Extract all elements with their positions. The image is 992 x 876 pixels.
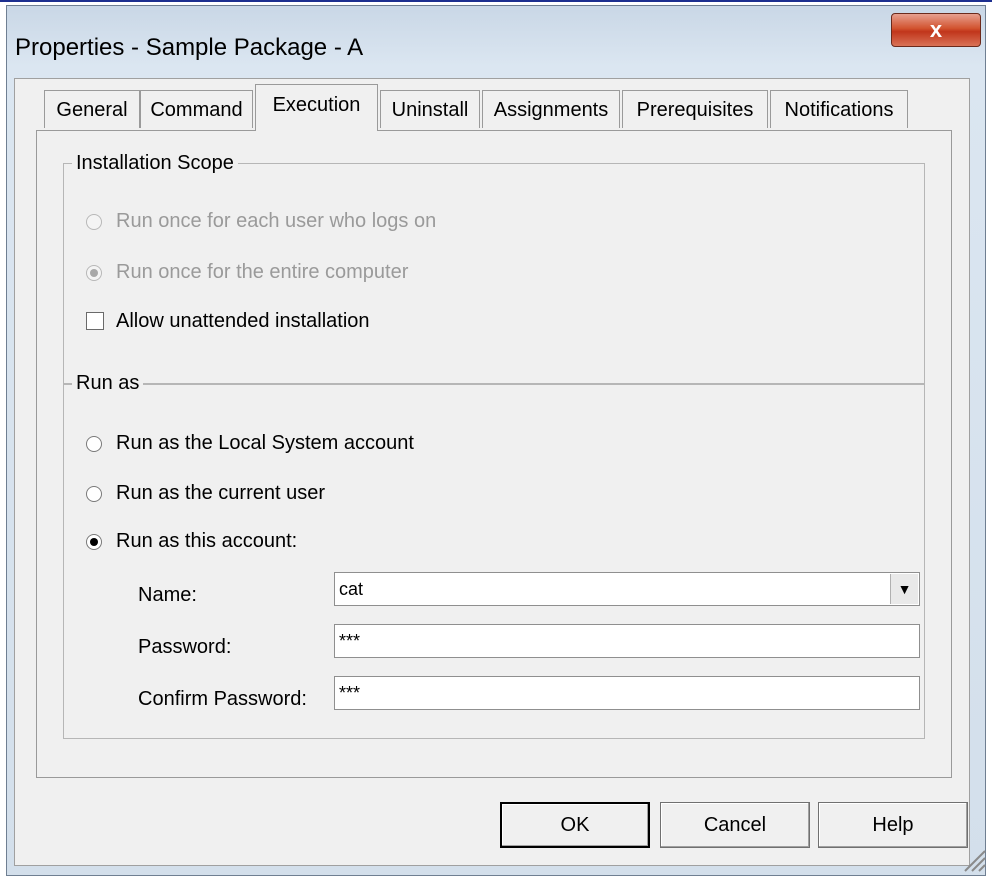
run-as-local-system-radio[interactable] [86, 436, 102, 452]
tab-label: Command [150, 99, 243, 121]
allow-unattended-label: Allow unattended installation [116, 310, 370, 332]
tab-label: Notifications [784, 99, 894, 121]
tab-label: Prerequisites [636, 99, 754, 121]
password-label: Password: [138, 636, 232, 658]
name-combobox[interactable]: cat ▼ [334, 572, 920, 606]
resize-grip-icon[interactable] [960, 846, 986, 872]
tab-assignments[interactable]: Assignments [482, 90, 620, 128]
execution-tab-panel: Installation Scope Run once for each use… [36, 130, 952, 778]
tab-label: General [56, 99, 128, 121]
tab-uninstall[interactable]: Uninstall [380, 90, 480, 128]
tab-command[interactable]: Command [140, 90, 253, 128]
run-as-this-account-label: Run as this account: [116, 530, 298, 552]
password-field[interactable]: *** [334, 624, 920, 658]
run-as-this-account-radio[interactable] [86, 534, 102, 550]
password-value: *** [339, 631, 361, 651]
name-value: cat [339, 579, 364, 599]
tab-prerequisites[interactable]: Prerequisites [622, 90, 768, 128]
scope-entire-computer-label: Run once for the entire computer [116, 261, 409, 283]
scope-each-user-radio[interactable] [86, 214, 102, 230]
cancel-button[interactable]: Cancel [660, 802, 810, 848]
scope-each-user-label: Run once for each user who logs on [116, 210, 437, 232]
close-button[interactable]: x [891, 13, 981, 47]
run-as-local-system-label: Run as the Local System account [116, 432, 414, 454]
tab-label: Assignments [493, 99, 609, 121]
tab-execution[interactable]: Execution [255, 84, 378, 131]
group-label: Installation Scope [72, 152, 238, 175]
tab-notifications[interactable]: Notifications [770, 90, 908, 128]
confirm-password-label: Confirm Password: [138, 688, 307, 710]
confirm-password-value: *** [339, 683, 361, 703]
run-as-current-user-label: Run as the current user [116, 482, 325, 504]
radio-dot [90, 269, 98, 277]
run-as-group: Run as Run as the Local System account R… [63, 372, 925, 739]
radio-dot [90, 538, 98, 546]
tab-label: Execution [272, 94, 361, 116]
chevron-down-icon[interactable]: ▼ [890, 574, 918, 604]
window-title: Properties - Sample Package - A [15, 34, 364, 61]
installation-scope-group: Installation Scope Run once for each use… [63, 152, 925, 385]
tab-general[interactable]: General [44, 90, 140, 128]
name-label: Name: [138, 584, 197, 606]
close-icon: x [929, 17, 943, 42]
ok-button[interactable]: OK [500, 802, 650, 848]
run-as-current-user-radio[interactable] [86, 486, 102, 502]
confirm-password-field[interactable]: *** [334, 676, 920, 710]
scope-entire-computer-radio[interactable] [86, 265, 102, 281]
tab-label: Uninstall [391, 99, 469, 121]
help-button[interactable]: Help [818, 802, 968, 848]
group-label: Run as [72, 372, 144, 395]
allow-unattended-checkbox[interactable] [86, 312, 104, 330]
